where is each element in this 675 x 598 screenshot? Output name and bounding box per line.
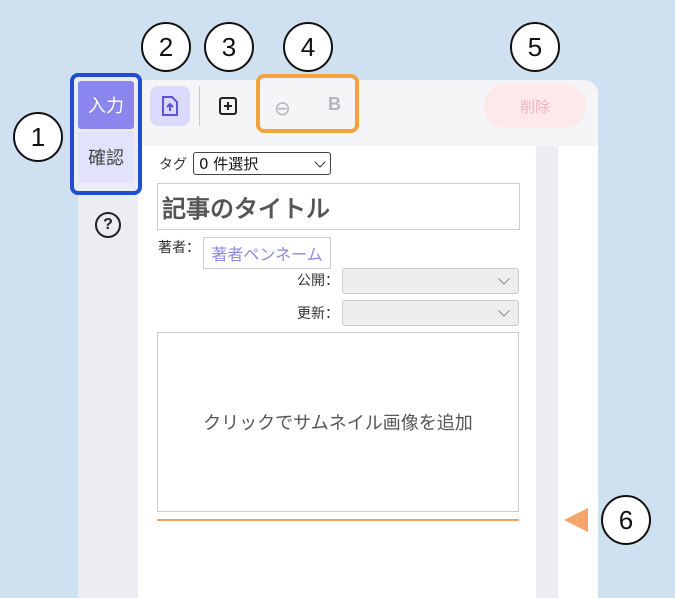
file-upload-icon <box>162 96 178 116</box>
published-date-select[interactable] <box>342 268 519 294</box>
chevron-down-icon <box>498 305 510 317</box>
tab-input[interactable]: 入力 <box>78 81 134 129</box>
publish-button[interactable] <box>150 86 190 126</box>
toolbar-divider <box>199 86 200 126</box>
callout-3: 3 <box>204 22 254 72</box>
add-block-button[interactable] <box>210 86 246 126</box>
format-group: ⊖ B <box>256 74 359 133</box>
bold-icon[interactable]: B <box>328 94 341 115</box>
updated-label: 更新： <box>297 306 339 322</box>
title-input[interactable]: 記事のタイトル <box>157 183 520 230</box>
link-icon[interactable]: ⊖ <box>274 96 291 120</box>
callout-6: 6 <box>601 495 651 545</box>
tab-confirm[interactable]: 確認 <box>78 131 134 183</box>
chevron-down-icon <box>498 273 510 285</box>
callout-4: 4 <box>283 22 333 72</box>
resize-handle-icon[interactable] <box>564 508 588 532</box>
author-label: 著者： <box>158 240 200 256</box>
tag-select-value: 0 件選択 <box>199 155 259 173</box>
published-label: 公開： <box>297 273 339 289</box>
chevron-down-icon <box>314 156 326 168</box>
callout-5: 5 <box>510 22 560 72</box>
tag-label: タグ <box>159 157 187 173</box>
callout-2: 2 <box>141 22 191 72</box>
mode-tabs: 入力 確認 <box>70 73 142 195</box>
author-input[interactable]: 著者ペンネーム <box>203 237 331 269</box>
thumbnail-dropzone[interactable]: クリックでサムネイル画像を追加 <box>157 332 519 512</box>
delete-button[interactable]: 削除 <box>484 84 586 128</box>
pane-gutter <box>536 146 558 598</box>
divider-line <box>157 519 519 521</box>
plus-square-icon <box>219 97 237 115</box>
tag-select[interactable]: 0 件選択 <box>193 152 331 175</box>
updated-date-select[interactable] <box>342 300 519 326</box>
help-icon[interactable]: ? <box>95 212 121 238</box>
callout-1: 1 <box>13 112 63 162</box>
